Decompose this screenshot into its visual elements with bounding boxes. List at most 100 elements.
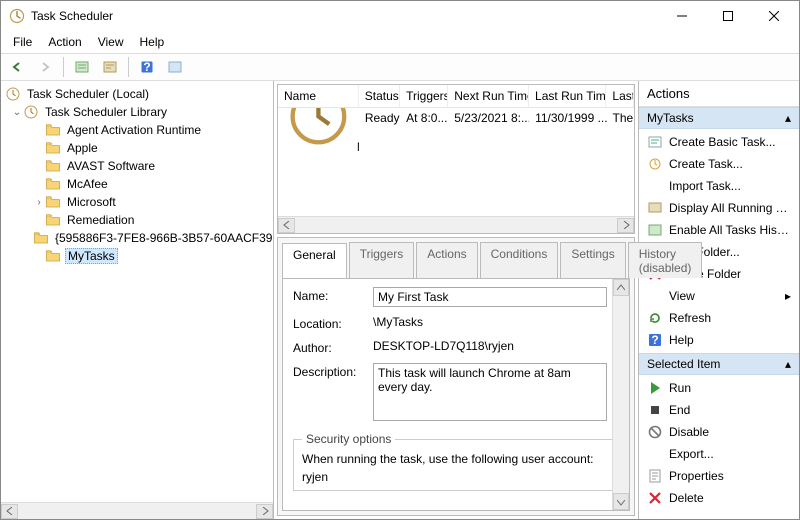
action-import-task[interactable]: Import Task...	[639, 175, 799, 197]
action-help[interactable]: ?Help	[639, 329, 799, 351]
task-list-body: My First TaskReadyAt 8:0...5/23/2021 8:.…	[278, 108, 634, 216]
folder-icon	[45, 248, 61, 264]
table-cell: 11/30/1999 ...	[529, 111, 606, 125]
name-input[interactable]	[373, 287, 607, 307]
actions-list-1: Create Basic Task...Create Task...Import…	[639, 129, 799, 353]
collapse-icon[interactable]: ▴	[785, 357, 791, 371]
table-cell: 5/23/2021 8:...	[448, 111, 529, 125]
forward-button[interactable]	[33, 56, 57, 78]
end-icon	[647, 402, 663, 418]
toolbar-separator	[63, 57, 64, 77]
tree-item[interactable]: MyTasks	[5, 247, 273, 265]
action-properties[interactable]: Properties	[639, 465, 799, 487]
folder-icon	[45, 158, 61, 174]
nav-tree: Task Scheduler (Local) ⌄ Task Scheduler …	[1, 81, 274, 519]
props-icon	[647, 468, 663, 484]
tab-actions[interactable]: Actions	[416, 242, 477, 278]
action-delete[interactable]: Delete	[639, 487, 799, 509]
tree-item[interactable]: {595886F3-7FE8-966B-3B57-60AACF398	[5, 229, 273, 247]
expand-icon[interactable]: ›	[33, 197, 45, 208]
scroll-left-button[interactable]	[1, 504, 18, 519]
actions-group-selected[interactable]: Selected Item ▴	[639, 353, 799, 375]
scroll-right-button[interactable]	[617, 218, 634, 233]
task-list: NameStatusTriggersNext Run TimeLast Run …	[277, 84, 635, 234]
toolbar-action-3[interactable]	[163, 56, 187, 78]
minimize-button[interactable]	[659, 1, 705, 31]
action-label: Delete	[669, 491, 791, 505]
menu-file[interactable]: File	[5, 31, 40, 53]
scroll-right-button[interactable]	[256, 504, 273, 519]
tab-general[interactable]: General	[282, 243, 347, 279]
toolbar-separator	[128, 57, 129, 77]
maximize-button[interactable]	[705, 1, 751, 31]
detail-vertical-scrollbar[interactable]	[612, 279, 629, 510]
expand-icon[interactable]: ⌄	[11, 107, 23, 118]
column-header[interactable]: Last	[606, 85, 634, 107]
tree-item[interactable]: AVAST Software	[5, 157, 273, 175]
scroll-up-button[interactable]	[613, 279, 629, 296]
action-label: Display All Running Ta...	[669, 201, 791, 215]
disable-icon	[647, 424, 663, 440]
action-label: Disable	[669, 425, 791, 439]
action-display-all-running-ta[interactable]: Display All Running Ta...	[639, 197, 799, 219]
scroll-down-button[interactable]	[613, 493, 629, 510]
menu-help[interactable]: Help	[132, 31, 173, 53]
collapse-icon[interactable]: ▴	[785, 111, 791, 125]
column-header[interactable]: Triggers	[400, 85, 448, 107]
tree-item[interactable]: Remediation	[5, 211, 273, 229]
menu-view[interactable]: View	[90, 31, 132, 53]
column-header[interactable]: Next Run Time	[448, 85, 529, 107]
menu-action[interactable]: Action	[40, 31, 89, 53]
action-enable-all-tasks-history[interactable]: Enable All Tasks History	[639, 219, 799, 241]
tree-root[interactable]: Task Scheduler (Local)	[5, 85, 273, 103]
action-create-task[interactable]: Create Task...	[639, 153, 799, 175]
back-button[interactable]	[5, 56, 29, 78]
submenu-icon: ▸	[785, 289, 791, 303]
action-disable[interactable]: Disable	[639, 421, 799, 443]
tree-item[interactable]: McAfee	[5, 175, 273, 193]
column-header[interactable]: Name	[278, 85, 359, 107]
action-end[interactable]: End	[639, 399, 799, 421]
description-textarea[interactable]	[373, 363, 607, 421]
action-label: End	[669, 403, 791, 417]
clock-icon	[5, 86, 21, 102]
actions-header: Actions	[639, 81, 799, 107]
action-run[interactable]: Run	[639, 377, 799, 399]
folder-icon	[45, 212, 61, 228]
actions-group-mytasks[interactable]: MyTasks ▴	[639, 107, 799, 129]
scroll-track[interactable]	[18, 504, 256, 519]
tree-item[interactable]: ›Microsoft	[5, 193, 273, 211]
location-value: \MyTasks	[373, 315, 619, 329]
tree-library-label: Task Scheduler Library	[43, 105, 169, 119]
tree-library[interactable]: ⌄ Task Scheduler Library	[5, 103, 273, 121]
close-button[interactable]	[751, 1, 797, 31]
action-label: Properties	[669, 469, 791, 483]
folder-icon	[33, 230, 49, 246]
table-row[interactable]: My First TaskReadyAt 8:0...5/23/2021 8:.…	[278, 108, 634, 128]
column-header[interactable]: Status	[359, 85, 400, 107]
author-label: Author:	[293, 339, 373, 355]
tab-history-disabled-[interactable]: History (disabled)	[628, 242, 703, 278]
tree-root-label: Task Scheduler (Local)	[25, 87, 151, 101]
action-view[interactable]: View▸	[639, 285, 799, 307]
action-create-basic-task[interactable]: Create Basic Task...	[639, 131, 799, 153]
tab-conditions[interactable]: Conditions	[480, 242, 559, 278]
action-export[interactable]: Export...	[639, 443, 799, 465]
scroll-left-button[interactable]	[278, 218, 295, 233]
tree-horizontal-scrollbar[interactable]	[1, 502, 273, 519]
tab-triggers[interactable]: Triggers	[349, 242, 415, 278]
list-horizontal-scrollbar[interactable]	[278, 216, 634, 233]
author-value: DESKTOP-LD7Q118\ryjen	[373, 339, 619, 353]
help-icon[interactable]: ?	[135, 56, 159, 78]
description-label: Description:	[293, 363, 373, 379]
action-label: Help	[669, 333, 791, 347]
column-header[interactable]: Last Run Time	[529, 85, 606, 107]
scroll-track[interactable]	[295, 218, 617, 233]
toolbar-action-1[interactable]	[70, 56, 94, 78]
tree-item[interactable]: Apple	[5, 139, 273, 157]
action-refresh[interactable]: Refresh	[639, 307, 799, 329]
tree-item[interactable]: Agent Activation Runtime	[5, 121, 273, 139]
toolbar-action-2[interactable]	[98, 56, 122, 78]
tab-settings[interactable]: Settings	[560, 242, 625, 278]
tree-item-label: McAfee	[65, 177, 110, 191]
